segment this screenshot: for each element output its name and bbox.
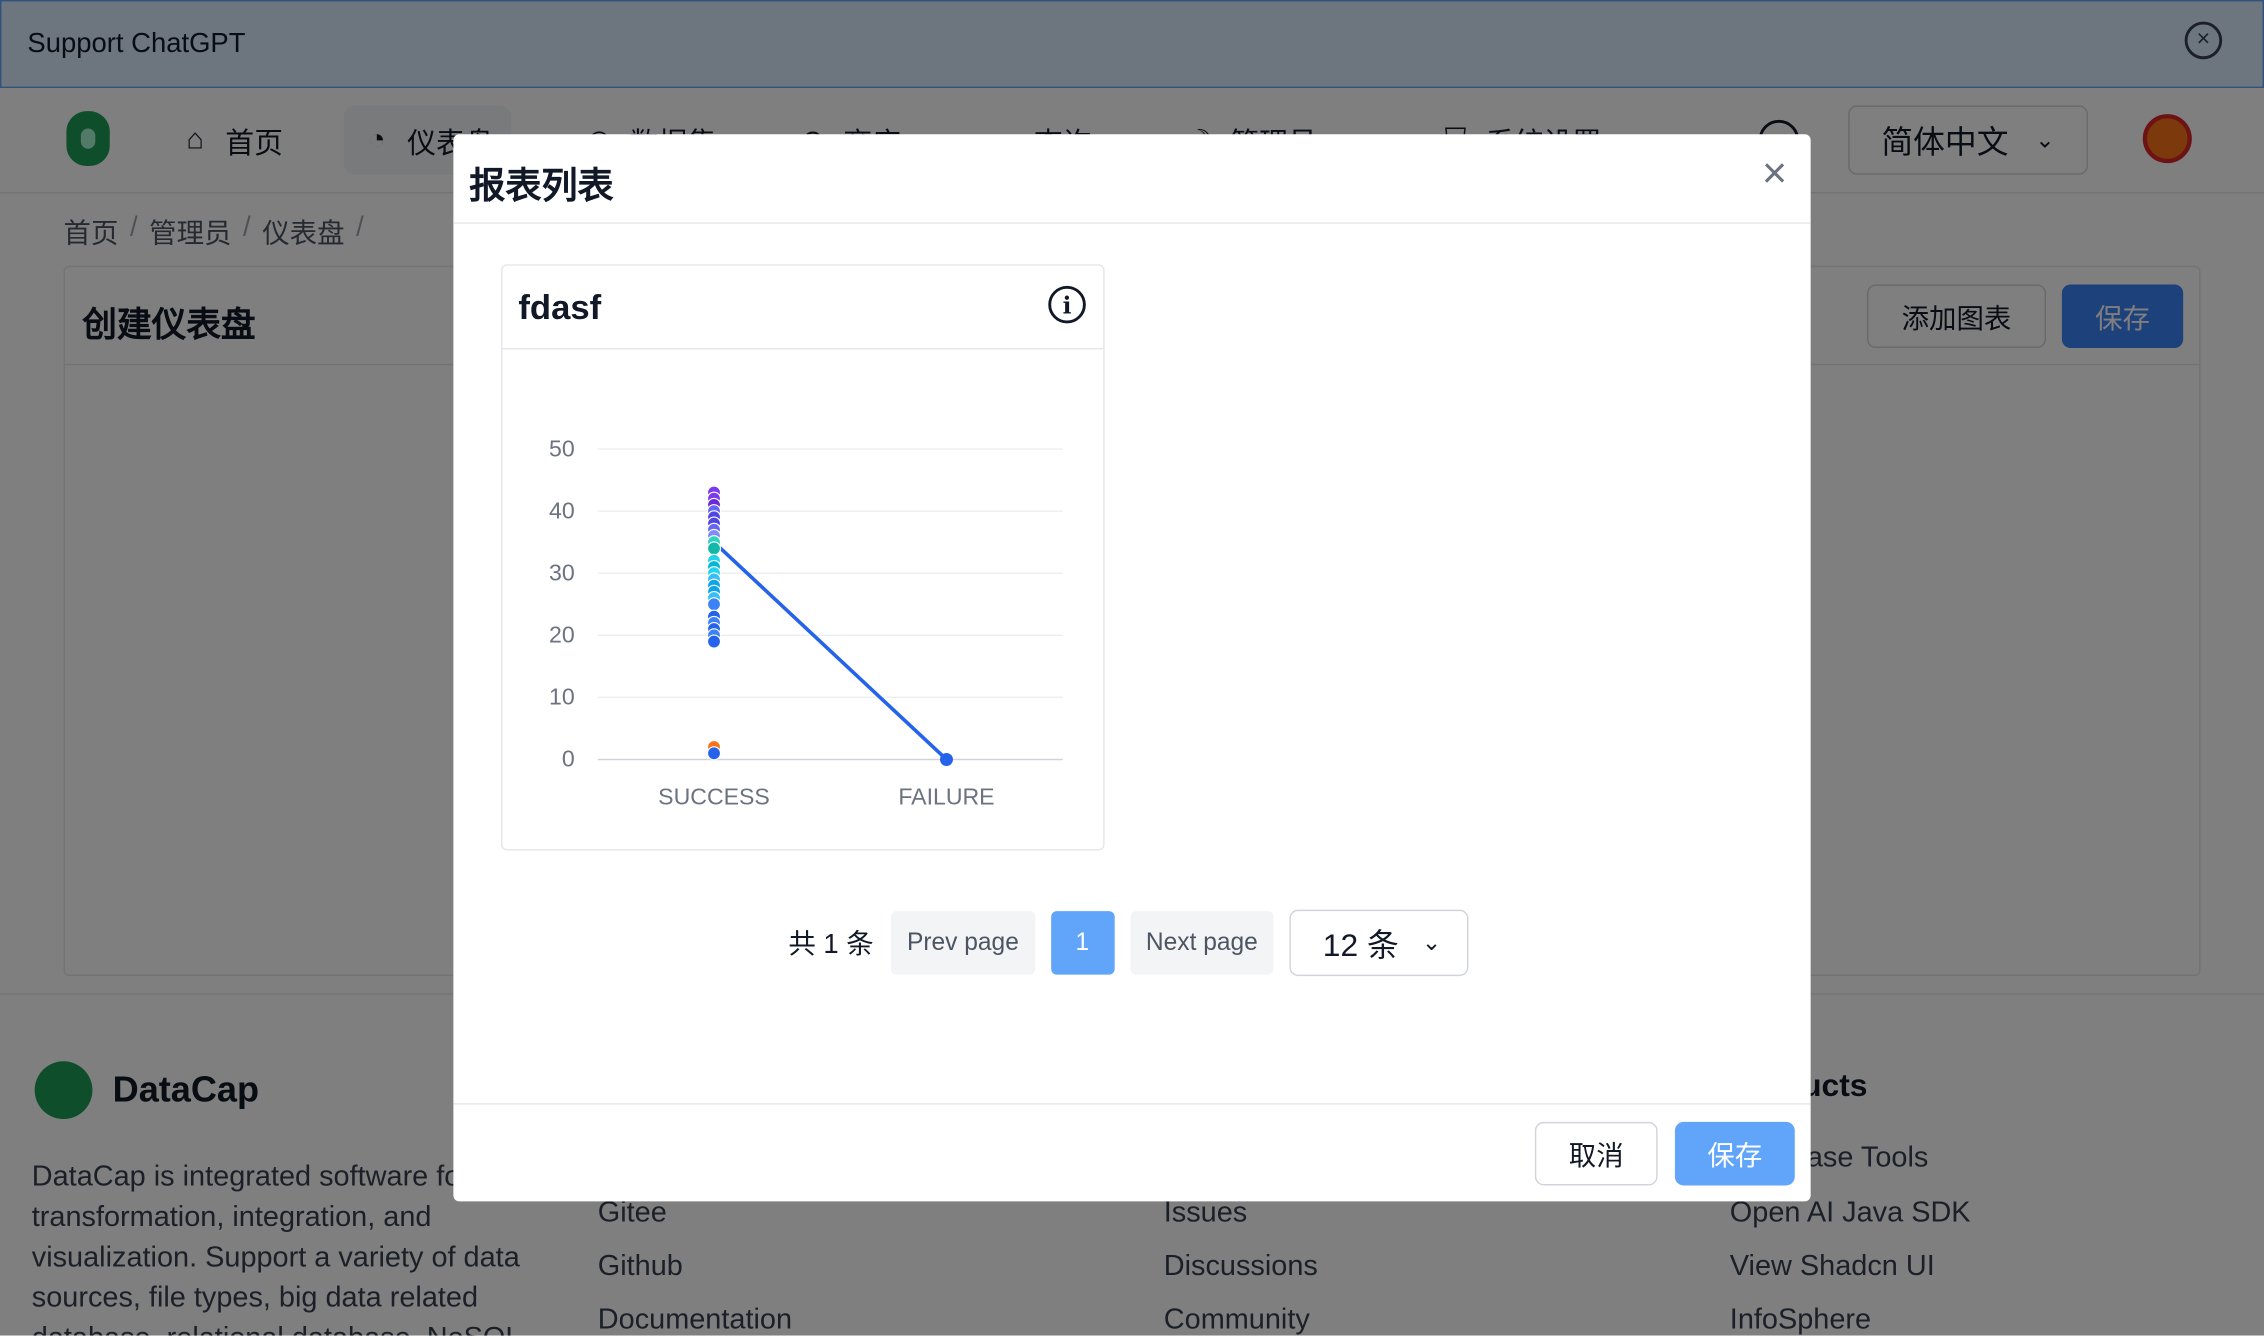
page-size-value: 12 条	[1322, 926, 1399, 963]
divider	[453, 222, 1811, 224]
prev-page-button[interactable]: Prev page	[891, 910, 1035, 974]
close-icon[interactable]: ×	[1753, 152, 1796, 197]
scatter-point	[706, 541, 722, 556]
page-size-select[interactable]: 12 条 ⌄	[1289, 908, 1469, 976]
y-tick-label: 10	[549, 684, 575, 710]
scatter-point	[706, 597, 722, 612]
series-line	[712, 540, 948, 761]
line-point	[939, 752, 953, 766]
scatter-point	[706, 746, 722, 761]
y-tick-label: 0	[562, 746, 575, 772]
report-card-title: fdasf	[518, 288, 602, 328]
pagination: 共 1 条 Prev page 1 Next page 12 条 ⌄	[788, 908, 1469, 976]
y-tick-label: 20	[549, 622, 575, 648]
chevron-down-icon: ⌄	[1421, 930, 1442, 956]
save-button[interactable]: 保存	[1674, 1121, 1795, 1186]
report-card[interactable]: fdasf i 0 10 20 30 40 50 SUCCESS FAILURE	[501, 264, 1105, 851]
divider	[453, 1103, 1811, 1105]
y-tick-label: 30	[549, 559, 575, 585]
next-page-button[interactable]: Next page	[1130, 910, 1274, 974]
y-tick-label: 50	[549, 435, 575, 461]
page-number-button[interactable]: 1	[1050, 910, 1115, 974]
report-list-modal: 报表列表 × fdasf i 0 10 20 30 40 50 SUCCESS FAILURE…	[453, 134, 1811, 1202]
y-tick-label: 40	[549, 497, 575, 523]
cancel-button[interactable]: 取消	[1534, 1121, 1658, 1186]
info-icon[interactable]: i	[1048, 285, 1086, 324]
modal-title: 报表列表	[469, 166, 614, 207]
scatter-point	[706, 634, 722, 649]
report-chart: 0 10 20 30 40 50 SUCCESS FAILURE	[549, 435, 1063, 809]
x-tick-label: SUCCESS	[658, 783, 770, 809]
x-tick-label: FAILURE	[898, 783, 994, 809]
pagination-total: 共 1 条	[788, 929, 874, 961]
